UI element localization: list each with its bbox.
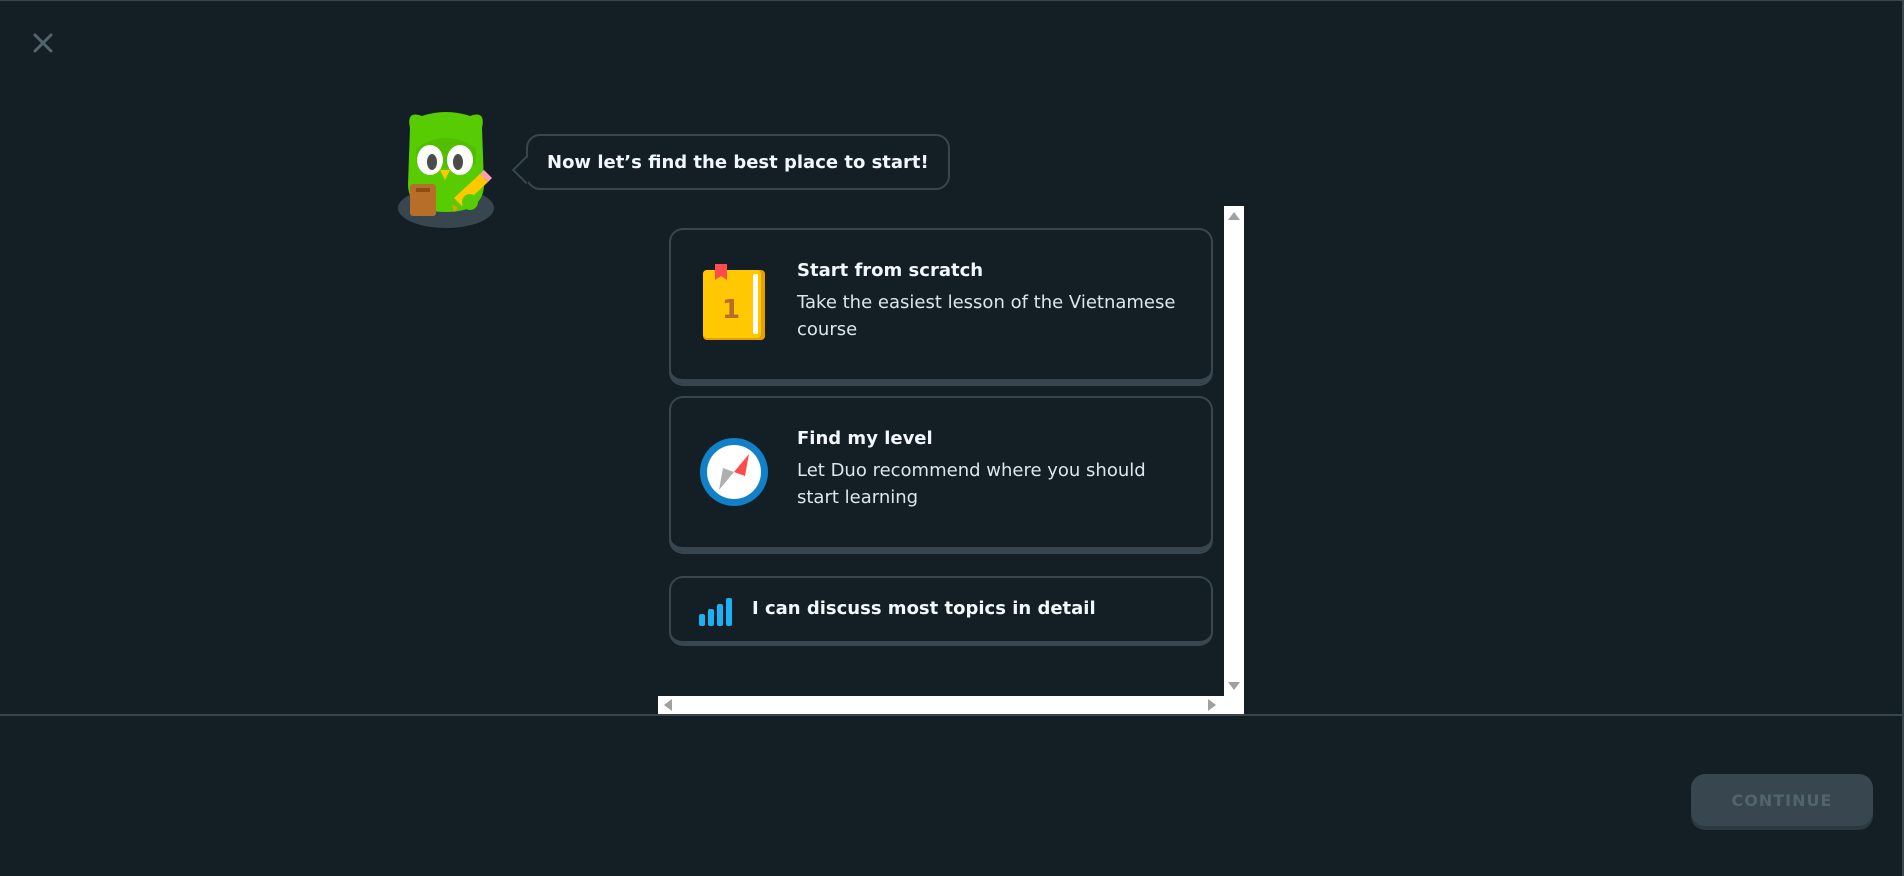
scroll-up-icon[interactable] — [1228, 212, 1240, 220]
speech-text: Now let’s find the best place to start! — [547, 151, 929, 173]
scrollbar-corner — [1224, 696, 1244, 714]
option-description: Take the easiest lesson of the Vietnames… — [797, 292, 1176, 340]
signal-bars-icon — [699, 598, 732, 626]
speech-bubble: Now let’s find the best place to start! — [511, 134, 950, 190]
proficiency-option[interactable]: I can discuss most topics in detail — [669, 576, 1213, 646]
scroll-left-icon[interactable] — [664, 699, 672, 711]
option-start-from-scratch[interactable]: 1 Start from scratch Take the easiest le… — [669, 228, 1213, 384]
close-button[interactable] — [28, 28, 58, 58]
continue-button[interactable]: CONTINUE — [1691, 774, 1873, 826]
option-find-my-level[interactable]: Find my level Let Duo recommend where yo… — [669, 396, 1213, 552]
scroll-right-icon[interactable] — [1208, 699, 1216, 711]
option-text: Find my level Let Duo recommend where yo… — [797, 428, 1181, 511]
option-text: Start from scratch Take the easiest less… — [797, 260, 1181, 343]
close-icon[interactable] — [32, 32, 54, 54]
book-number: 1 — [722, 295, 740, 325]
horizontal-scrollbar[interactable] — [658, 696, 1244, 714]
scroll-down-icon[interactable] — [1228, 682, 1240, 690]
top-border — [0, 0, 1904, 1]
compass-icon — [700, 438, 768, 506]
speech-bubble-tail — [511, 155, 541, 185]
vertical-scrollbar[interactable] — [1224, 206, 1244, 696]
option-description: Let Duo recommend where you should start… — [797, 460, 1146, 508]
option-title: Find my level — [797, 428, 933, 449]
footer-divider — [0, 714, 1904, 716]
proficiency-label: I can discuss most topics in detail — [752, 598, 1096, 619]
owl-mascot-icon — [398, 112, 494, 228]
book-icon: 1 — [703, 264, 765, 340]
option-title: Start from scratch — [797, 260, 984, 281]
